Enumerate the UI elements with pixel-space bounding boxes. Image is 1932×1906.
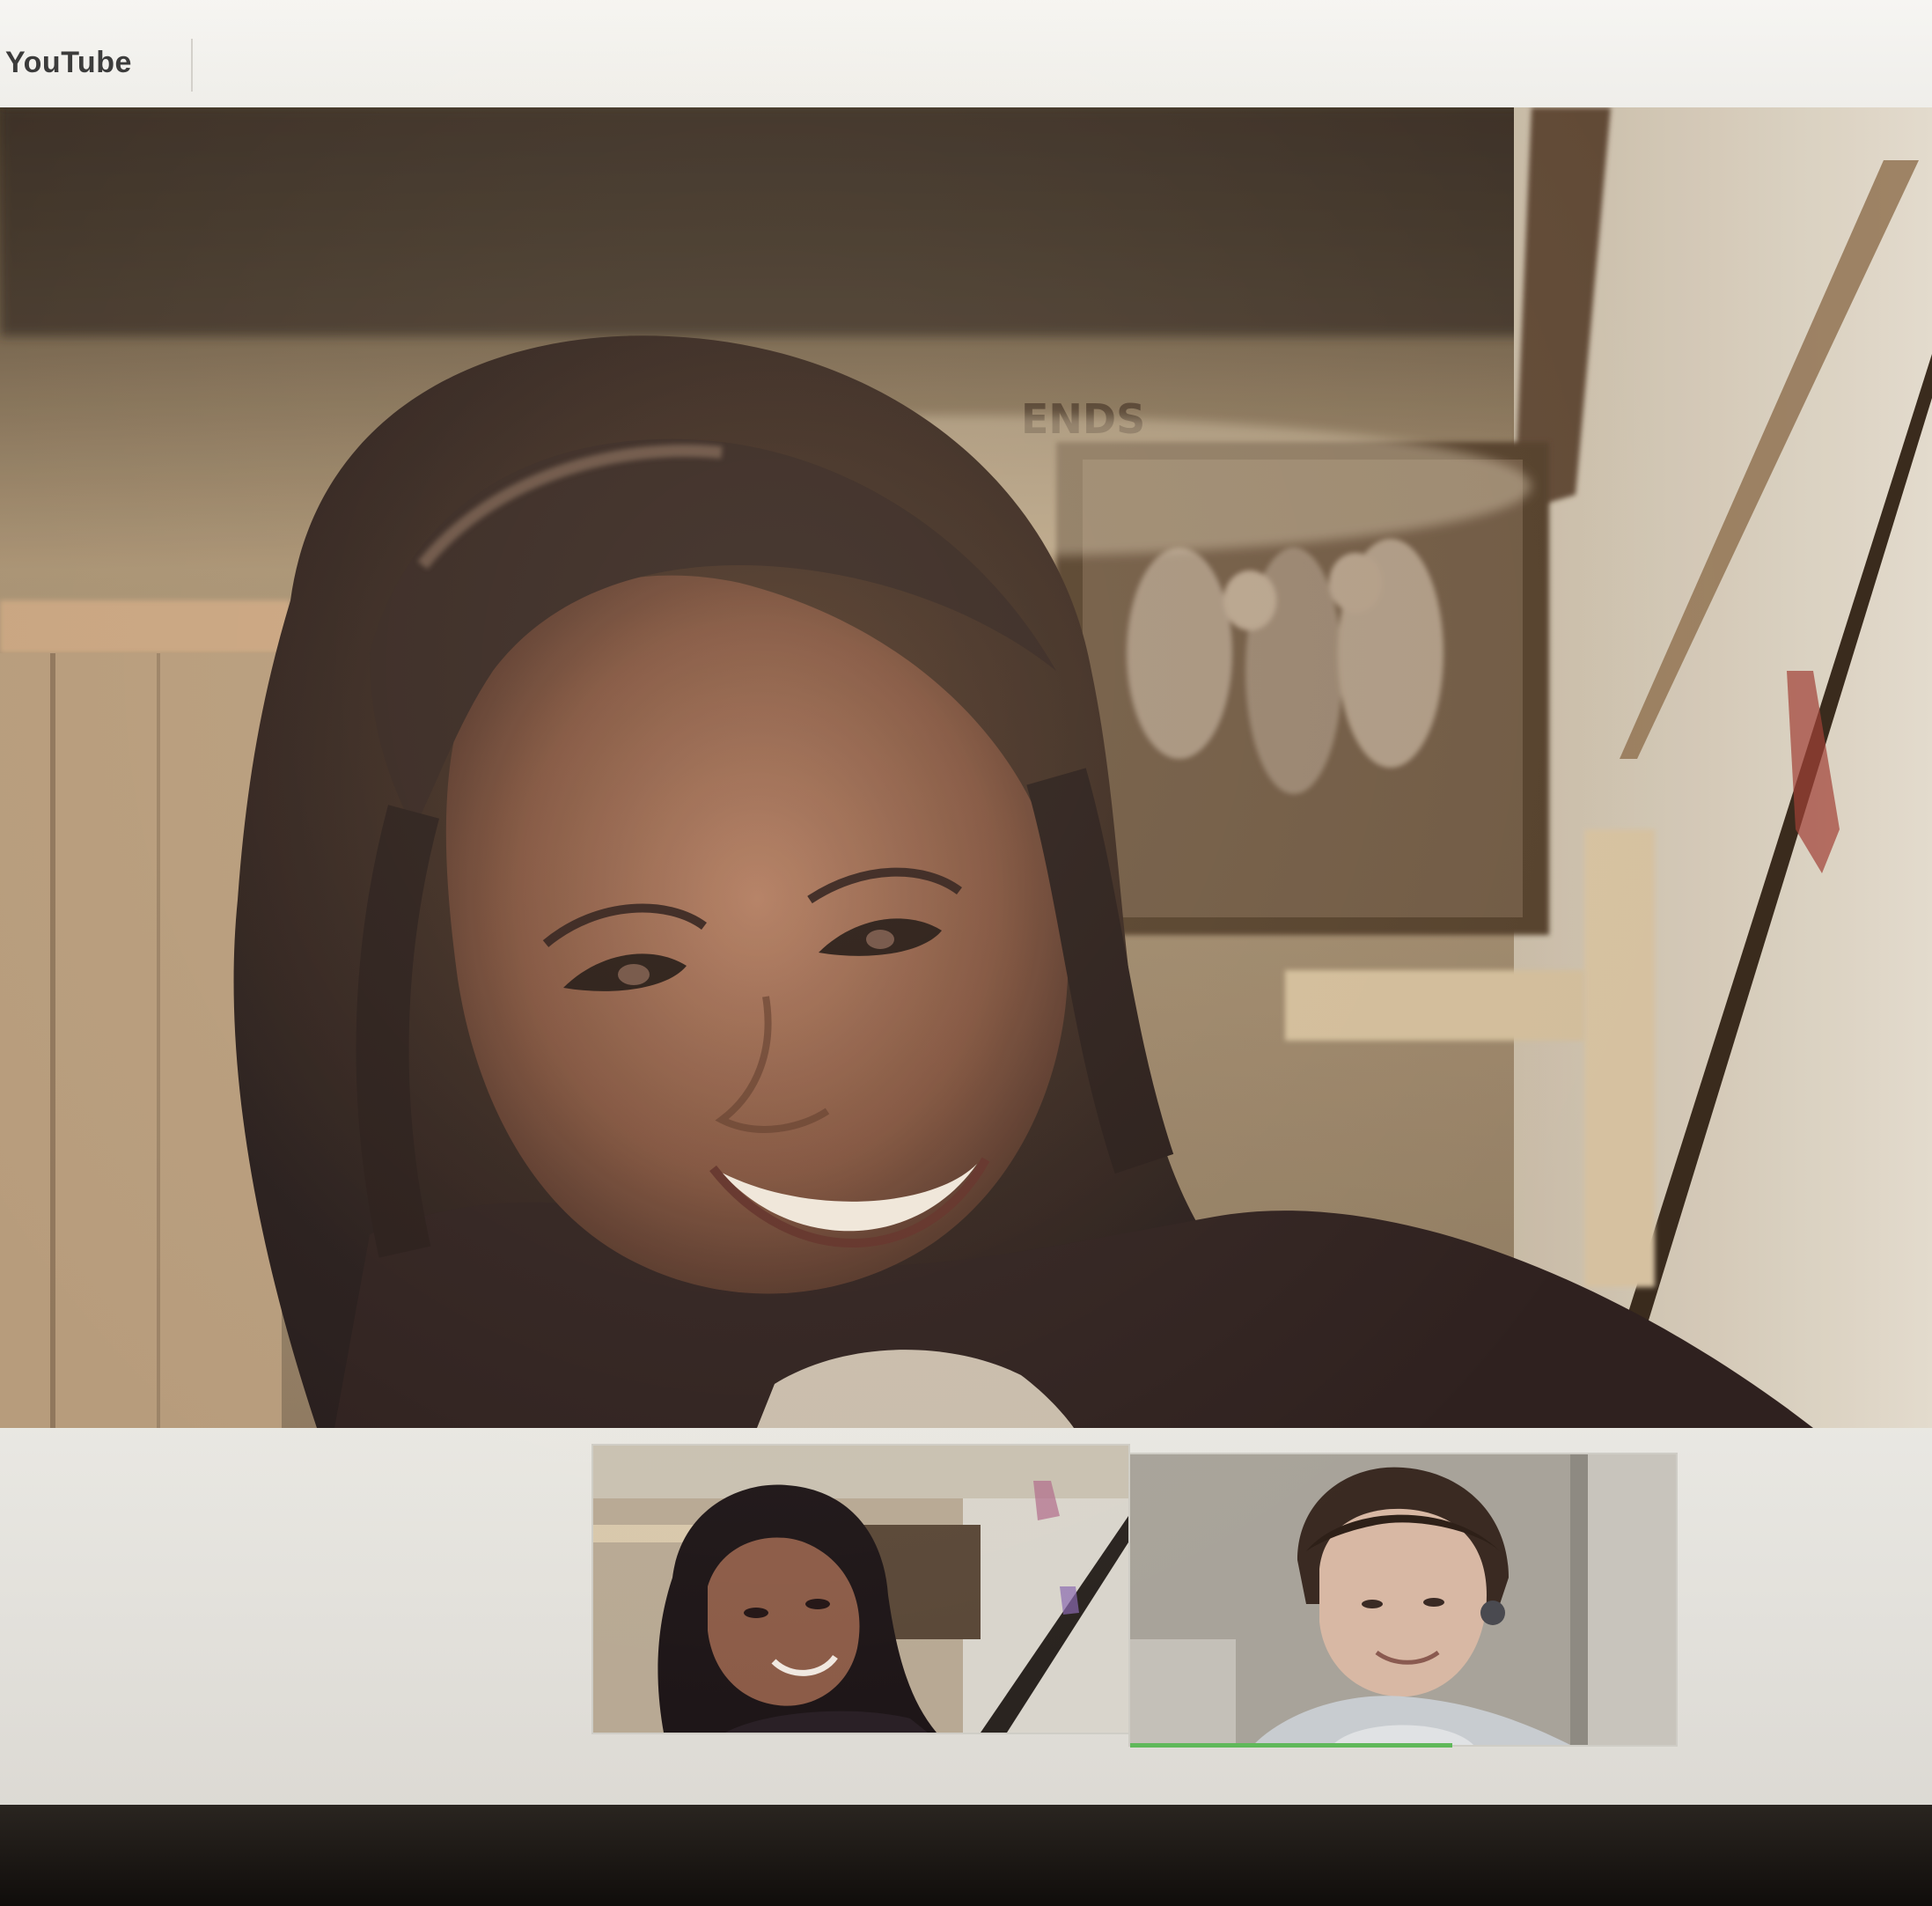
- participant-thumbnail-2[interactable]: [1128, 1453, 1678, 1747]
- main-video-image: ENDS: [0, 107, 1932, 1428]
- monitor-bezel: [0, 1805, 1932, 1906]
- speaking-indicator: [1130, 1743, 1452, 1748]
- toolbar-divider: [191, 39, 193, 92]
- video-call-window: YouTube ENDS: [0, 0, 1932, 1906]
- self-video-image: [593, 1446, 1128, 1733]
- participant-thumbnails: [0, 1428, 1932, 1762]
- participant-video-image: [1130, 1454, 1676, 1745]
- top-bar: YouTube: [0, 0, 1932, 125]
- participant-thumbnail-self[interactable]: [591, 1444, 1130, 1734]
- youtube-link[interactable]: YouTube: [5, 46, 132, 80]
- main-video-feed[interactable]: ENDS: [0, 107, 1932, 1428]
